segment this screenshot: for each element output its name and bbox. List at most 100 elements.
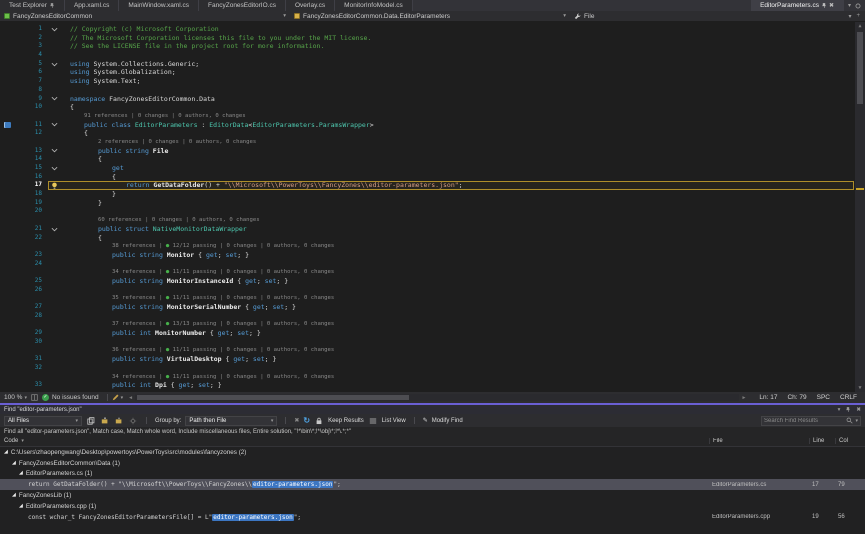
zoom-dropdown[interactable]: 100 % ▾ bbox=[0, 394, 31, 401]
codelens-row[interactable]: 60 references | 0 changes | 0 authors, 0… bbox=[0, 216, 865, 225]
code-line[interactable]: 22{ bbox=[0, 234, 865, 243]
space-mode-indicator[interactable]: SPC bbox=[817, 394, 830, 401]
code-line[interactable]: 7using System.Text; bbox=[0, 77, 865, 86]
code-line[interactable]: 19} bbox=[0, 199, 865, 208]
close-icon[interactable]: ✖ bbox=[856, 407, 861, 413]
tab-fancyzoneseditorio-cs[interactable]: FancyZonesEditorIO.cs bbox=[199, 0, 286, 11]
code-line[interactable]: 14{ bbox=[0, 155, 865, 164]
code-line[interactable]: 26 bbox=[0, 286, 865, 295]
code-line[interactable]: 29public int MonitorNumber { get; set; } bbox=[0, 329, 865, 338]
tab-editorparameters-cs[interactable]: EditorParameters.cs ✖ bbox=[751, 0, 844, 11]
result-group-row[interactable]: ◢FancyZonesLib (1) bbox=[0, 490, 865, 501]
codelens-row[interactable]: 2 references | 0 changes | 0 authors, 0 … bbox=[0, 138, 865, 147]
code-line[interactable]: 2// The Microsoft Corporation licenses t… bbox=[0, 34, 865, 43]
project-dropdown[interactable]: FancyZonesEditorCommon ▾ bbox=[0, 11, 290, 21]
code-line[interactable]: 3// See the LICENSE file in the project … bbox=[0, 42, 865, 51]
result-group-row[interactable]: ◢C:\Users\zhaopengwang\Desktop\powertoys… bbox=[0, 447, 865, 458]
keep-results-button[interactable]: Keep Results bbox=[328, 418, 364, 424]
list-view-icon[interactable] bbox=[368, 416, 378, 426]
code-line[interactable]: 16{ bbox=[0, 173, 865, 182]
lock-icon[interactable] bbox=[314, 416, 324, 426]
chevron-down-icon[interactable]: ▾ bbox=[838, 407, 841, 413]
code-line[interactable]: 28 bbox=[0, 312, 865, 321]
active-files-chevron-icon[interactable]: ▾ bbox=[848, 2, 851, 9]
code-line[interactable]: 13public string File bbox=[0, 147, 865, 156]
line-indicator-icon[interactable] bbox=[0, 121, 14, 130]
search-input[interactable] bbox=[764, 418, 844, 424]
code-line[interactable]: 1// Copyright (c) Microsoft Corporation bbox=[0, 25, 865, 34]
tab-test-explorer[interactable]: Test Explorer bbox=[0, 0, 65, 11]
column-header-col[interactable]: Col bbox=[835, 438, 865, 444]
expander-icon[interactable]: ◢ bbox=[4, 450, 8, 455]
scroll-up-icon[interactable]: ▲ bbox=[858, 22, 861, 30]
tab-mainwindow-xaml-cs[interactable]: MainWindow.xaml.cs bbox=[119, 0, 199, 11]
code-filter-dropdown[interactable]: Code ▾ bbox=[0, 438, 709, 444]
result-match-row[interactable]: const wchar_t FancyZonesEditorParameters… bbox=[0, 512, 865, 523]
scroll-right-icon[interactable]: ► bbox=[739, 395, 748, 401]
horizontal-scroll-thumb[interactable] bbox=[137, 395, 409, 400]
codelens-row[interactable]: 34 references | ● 11/11 passing | 0 chan… bbox=[0, 373, 865, 382]
tab-app-xaml-cs[interactable]: App.xaml.cs bbox=[65, 0, 119, 11]
vertical-scrollbar[interactable]: ▲ ▼ bbox=[855, 22, 865, 392]
code-line[interactable]: 30 bbox=[0, 338, 865, 347]
chevron-down-icon[interactable]: ▾ bbox=[121, 395, 124, 401]
pin-icon[interactable] bbox=[845, 406, 851, 413]
code-editor[interactable]: 1// Copyright (c) Microsoft Corporation2… bbox=[0, 22, 865, 392]
collapse-all-icon[interactable] bbox=[114, 416, 124, 426]
member-dropdown[interactable]: File bbox=[570, 11, 843, 21]
scope-dropdown[interactable]: All Files ▾ bbox=[4, 416, 82, 426]
fold-chevron-icon[interactable] bbox=[48, 95, 60, 104]
code-line[interactable]: 23public string Monitor { get; set; } bbox=[0, 251, 865, 260]
fold-chevron-icon[interactable] bbox=[48, 164, 60, 173]
vertical-scroll-thumb[interactable] bbox=[857, 32, 863, 104]
copy-icon[interactable] bbox=[86, 416, 96, 426]
result-match-row[interactable]: return GetDataFolder() + "\\Microsoft\\P… bbox=[0, 479, 865, 490]
code-line[interactable]: 5using System.Collections.Generic; bbox=[0, 60, 865, 69]
type-dropdown[interactable]: FancyZonesEditorCommon.Data.EditorParame… bbox=[290, 11, 570, 21]
close-icon[interactable]: ✖ bbox=[829, 3, 834, 9]
code-line[interactable]: 9namespace FancyZonesEditorCommon.Data bbox=[0, 95, 865, 104]
code-line[interactable]: 17return GetDataFolder() + "\\Microsoft\… bbox=[0, 181, 865, 190]
codelens-row[interactable]: 38 references | ● 12/12 passing | 0 chan… bbox=[0, 242, 865, 251]
group-by-dropdown[interactable]: Path then File ▾ bbox=[185, 416, 277, 426]
document-health-indicator[interactable]: ✓ No issues found bbox=[38, 394, 103, 401]
codelens-row[interactable]: 36 references | ● 11/11 passing | 0 chan… bbox=[0, 346, 865, 355]
find-panel-title-bar[interactable]: Find "editor-parameters.json" ▾ ✖ bbox=[0, 405, 865, 414]
fold-chevron-icon[interactable] bbox=[48, 147, 60, 156]
list-view-button[interactable]: List View bbox=[382, 418, 406, 424]
fold-chevron-icon[interactable] bbox=[48, 25, 60, 34]
doc-outline-icon[interactable] bbox=[31, 394, 38, 401]
pen-icon[interactable] bbox=[112, 394, 119, 401]
eol-indicator[interactable]: CRLF bbox=[840, 394, 857, 401]
search-icon[interactable] bbox=[846, 417, 853, 424]
split-editor-icon[interactable]: + bbox=[856, 13, 860, 19]
tab-monitorinfomodel-cs[interactable]: MonitorInfoModel.cs bbox=[335, 0, 413, 11]
fold-chevron-icon[interactable] bbox=[48, 121, 60, 130]
result-group-row[interactable]: ◢EditorParameters.cs (1) bbox=[0, 469, 865, 480]
scroll-down-icon[interactable]: ▼ bbox=[858, 384, 861, 392]
window-options-icon[interactable] bbox=[855, 3, 861, 9]
code-line[interactable]: 21public struct NativeMonitorDataWrapper bbox=[0, 225, 865, 234]
search-find-results-box[interactable]: ▾ bbox=[761, 416, 861, 426]
scroll-left-icon[interactable]: ◄ bbox=[126, 395, 135, 401]
expander-icon[interactable]: ◢ bbox=[19, 504, 23, 509]
refresh-icon[interactable]: ↻ bbox=[303, 416, 310, 425]
code-line[interactable]: 8 bbox=[0, 86, 865, 95]
horizontal-scrollbar[interactable]: ◄ ► bbox=[126, 394, 748, 401]
codelens-row[interactable]: 34 references | ● 11/11 passing | 0 chan… bbox=[0, 268, 865, 277]
result-group-row[interactable]: ◢FancyZonesEditorCommon\Data (1) bbox=[0, 458, 865, 469]
code-line[interactable]: 20 bbox=[0, 207, 865, 216]
lightbulb-icon[interactable] bbox=[48, 181, 60, 190]
code-line[interactable]: 24 bbox=[0, 260, 865, 269]
pin-icon[interactable] bbox=[49, 2, 55, 9]
char-indicator[interactable]: Ch: 79 bbox=[787, 394, 806, 401]
code-line[interactable]: 32 bbox=[0, 364, 865, 373]
code-line[interactable]: 27public string MonitorSerialNumber { ge… bbox=[0, 303, 865, 312]
codelens-row[interactable]: 35 references | ● 11/11 passing | 0 chan… bbox=[0, 294, 865, 303]
code-line[interactable]: 12{ bbox=[0, 129, 865, 138]
code-line[interactable]: 33public int Dpi { get; set; } bbox=[0, 381, 865, 390]
code-line[interactable]: 18} bbox=[0, 190, 865, 199]
result-group-row[interactable]: ◢EditorParameters.cpp (1) bbox=[0, 501, 865, 512]
chevron-down-icon[interactable]: ▾ bbox=[848, 13, 851, 20]
code-line[interactable]: 11public class EditorParameters : Editor… bbox=[0, 121, 865, 130]
